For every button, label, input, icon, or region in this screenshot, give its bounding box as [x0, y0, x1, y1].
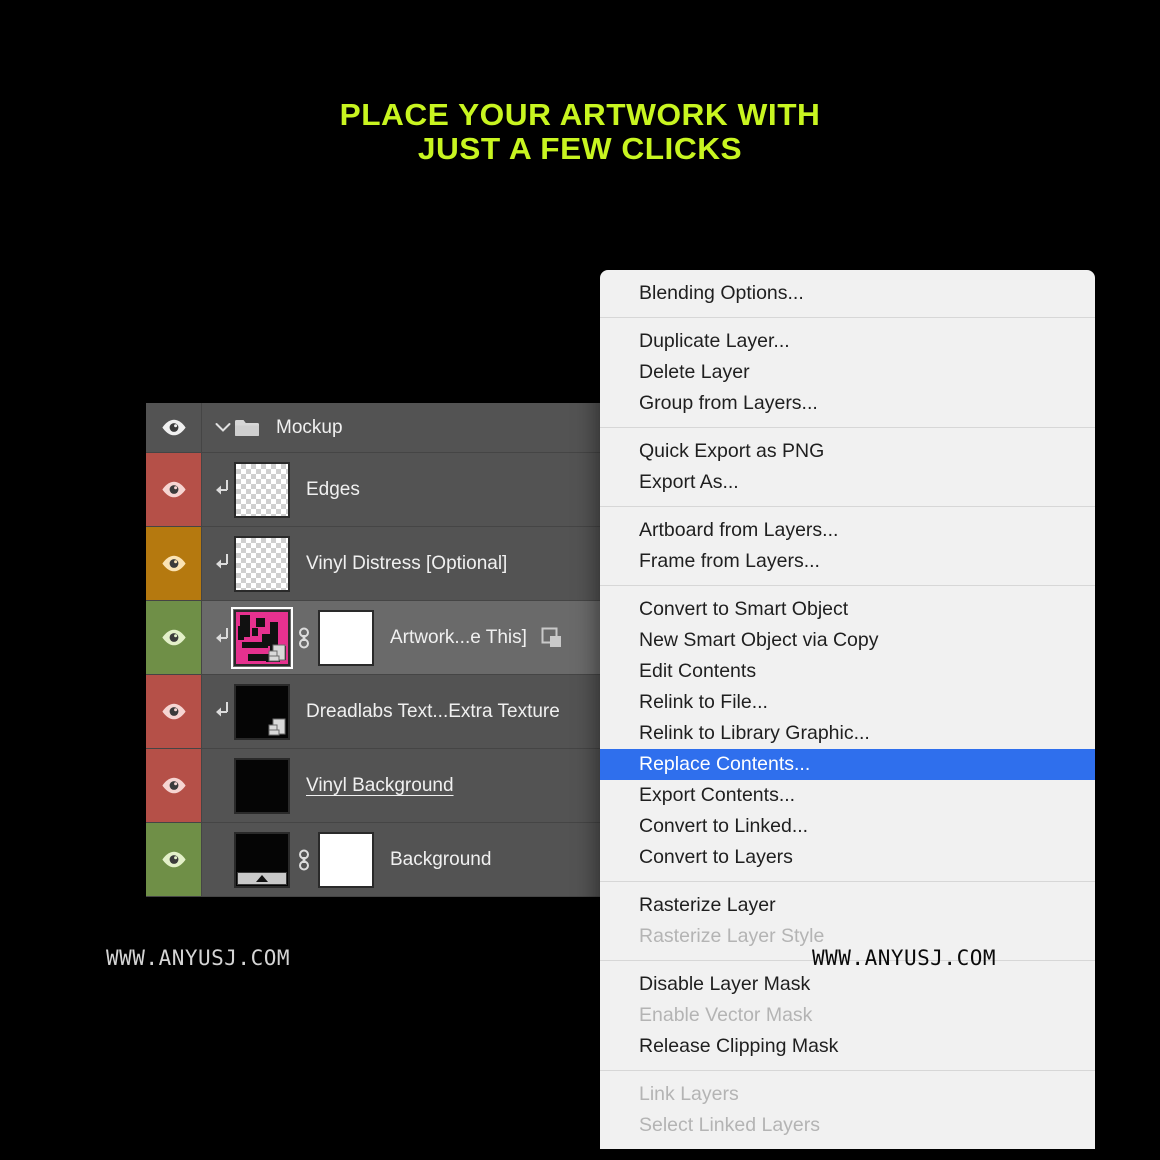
clipping-mask-arrow-icon — [212, 553, 234, 574]
menu-item[interactable]: Group from Layers... — [600, 388, 1095, 419]
menu-item[interactable]: Frame from Layers... — [600, 546, 1095, 577]
headline-line-2: JUST A FEW CLICKS — [417, 131, 743, 166]
clipping-mask-arrow-icon — [216, 628, 228, 643]
menu-item[interactable]: Edit Contents — [600, 656, 1095, 687]
layer-thumbnail[interactable] — [234, 683, 290, 740]
menu-item[interactable]: Quick Export as PNG — [600, 436, 1095, 467]
folder-icon — [234, 418, 260, 438]
layer-visibility-toggle[interactable] — [146, 823, 202, 896]
layer-name: Dreadlabs Text...Extra Texture — [306, 700, 560, 722]
mask-link-icon[interactable] — [293, 624, 315, 652]
menu-item[interactable]: Export Contents... — [600, 780, 1095, 811]
eye-icon[interactable] — [161, 777, 187, 794]
menu-item[interactable]: Convert to Linked... — [600, 811, 1095, 842]
clipping-mask-arrow-icon — [212, 627, 234, 648]
menu-item[interactable]: Relink to File... — [600, 687, 1095, 718]
menu-item[interactable]: Disable Layer Mask — [600, 969, 1095, 1000]
clipping-mask-arrow-icon — [216, 702, 228, 717]
clipping-mask-arrow-icon — [212, 479, 234, 500]
layer-name: Vinyl Distress [Optional] — [306, 552, 508, 574]
menu-item[interactable]: Artboard from Layers... — [600, 515, 1095, 546]
link-icon[interactable] — [295, 846, 313, 874]
folder-icon — [235, 419, 259, 436]
layer-name: Edges — [306, 478, 360, 500]
smart-object-badge-icon — [268, 718, 286, 735]
layer-name: Artwork...e This] — [390, 626, 527, 648]
menu-item[interactable]: Convert to Layers — [600, 842, 1095, 873]
menu-item[interactable]: Relink to Library Graphic... — [600, 718, 1095, 749]
smart-object-indicator-icon — [541, 627, 561, 647]
layer-visibility-toggle[interactable] — [146, 675, 202, 748]
eye-icon[interactable] — [161, 851, 187, 868]
menu-item[interactable]: Convert to Smart Object — [600, 594, 1095, 625]
layer-visibility-toggle[interactable] — [146, 601, 202, 674]
menu-section: Quick Export as PNG Export As... — [600, 428, 1095, 506]
layer-thumbnail[interactable] — [234, 757, 290, 814]
menu-section: Blending Options... — [600, 270, 1095, 317]
layer-visibility-toggle[interactable] — [146, 749, 202, 822]
menu-item: Enable Vector Mask — [639, 1004, 813, 1026]
menu-item: Select Linked Layers — [639, 1114, 821, 1136]
eye-icon[interactable] — [161, 481, 187, 498]
menu-section: Disable Layer Mask Enable Vector Mask Rele… — [600, 961, 1095, 1070]
layer-thumbnail[interactable] — [234, 461, 290, 518]
eye-icon[interactable] — [161, 703, 187, 720]
menu-item[interactable]: Duplicate Layer... — [600, 326, 1095, 357]
layer-thumbnail[interactable] — [234, 535, 290, 592]
group-expand-toggle[interactable] — [212, 422, 234, 433]
smart-object-indicator-icon — [541, 627, 563, 649]
layer-visibility-toggle[interactable] — [146, 527, 202, 600]
clipping-mask-arrow-icon — [216, 480, 228, 495]
eye-icon[interactable] — [161, 629, 187, 646]
menu-item[interactable]: Export As... — [600, 467, 1095, 498]
layer-mask-thumbnail[interactable] — [318, 609, 374, 666]
menu-section: Link Layers Select Linked Layers — [600, 1071, 1095, 1149]
menu-section: Convert to Smart Object New Smart Object … — [600, 586, 1095, 881]
page-title: PLACE YOUR ARTWORK WITH JUST A FEW CLICK… — [0, 98, 1160, 166]
headline-line-1: PLACE YOUR ARTWORK WITH — [339, 97, 821, 132]
chevron-down-icon[interactable] — [215, 422, 231, 433]
clipping-mask-arrow-icon — [212, 701, 234, 722]
smart-object-badge-icon — [268, 644, 286, 661]
menu-item[interactable]: Blending Options... — [600, 278, 1095, 309]
layer-context-menu[interactable]: Blending Options... Duplicate Layer... Del… — [600, 270, 1095, 1149]
menu-item[interactable]: Release Clipping Mask — [600, 1031, 1095, 1062]
menu-item[interactable]: Replace Contents... — [600, 749, 1095, 780]
layer-visibility-toggle[interactable] — [146, 403, 202, 452]
eye-icon[interactable] — [161, 419, 187, 436]
mask-link-icon[interactable] — [293, 846, 315, 874]
menu-item[interactable]: Rasterize Layer — [600, 890, 1095, 921]
menu-item[interactable]: New Smart Object via Copy — [600, 625, 1095, 656]
layer-visibility-toggle[interactable] — [146, 453, 202, 526]
watermark-right: WWW.ANYUSJ.COM — [812, 946, 997, 970]
layer-thumbnail[interactable] — [231, 606, 293, 669]
watermark-left: WWW.ANYUSJ.COM — [106, 946, 291, 970]
eye-icon[interactable] — [161, 555, 187, 572]
clipping-mask-arrow-icon — [216, 554, 228, 569]
link-icon[interactable] — [295, 624, 313, 652]
layer-mask-thumbnail[interactable] — [318, 831, 374, 888]
layer-name: Mockup — [276, 416, 343, 438]
menu-section: Artboard from Layers... Frame from Layers… — [600, 507, 1095, 585]
menu-section: Duplicate Layer... Delete Layer Group from… — [600, 318, 1095, 427]
menu-item: Link Layers — [639, 1083, 739, 1105]
layer-name: Vinyl Background — [306, 774, 454, 796]
layer-thumbnail[interactable] — [234, 831, 290, 888]
layer-name: Background — [390, 848, 492, 870]
menu-item[interactable]: Delete Layer — [600, 357, 1095, 388]
